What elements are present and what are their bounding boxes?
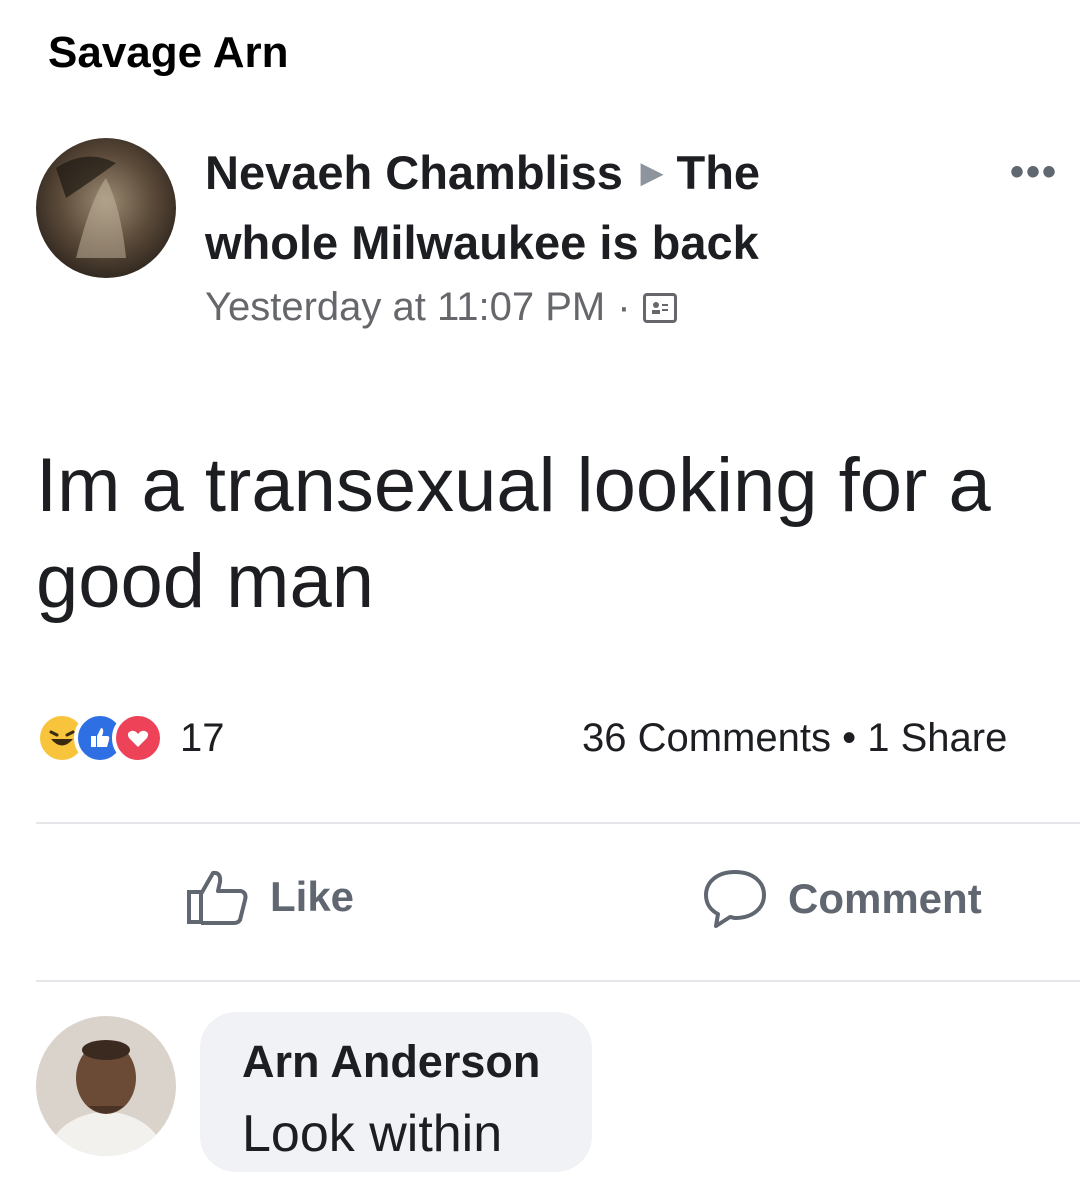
comment-label: Comment <box>788 875 982 922</box>
comment-button[interactable]: Comment <box>702 868 982 930</box>
thumbs-up-icon <box>187 870 248 925</box>
commenter-name[interactable]: Arn Anderson <box>242 1036 540 1088</box>
divider <box>36 980 1080 982</box>
like-button[interactable]: Like <box>186 868 354 926</box>
love-reaction-icon <box>112 712 164 764</box>
page-caption: Savage Arn <box>48 28 289 77</box>
reaction-count: 17 <box>180 715 225 760</box>
comment-text: Look within <box>242 1105 503 1163</box>
like-label: Like <box>270 873 355 920</box>
divider <box>36 822 1080 824</box>
comments-shares-count[interactable]: 36 Comments • 1 Share <box>582 716 1007 761</box>
post-timestamp[interactable]: Yesterday at 11:07 PM <box>205 285 605 330</box>
commenter-avatar[interactable] <box>36 1016 176 1156</box>
post-meta: Yesterday at 11:07 PM · <box>205 285 677 330</box>
reactions-summary[interactable]: 17 <box>36 712 225 764</box>
author-avatar[interactable] <box>36 138 176 278</box>
author-photo <box>36 138 176 278</box>
commenter-photo <box>36 1016 176 1156</box>
arrow-right-icon: ▶ <box>640 156 663 188</box>
comment-bubble-icon <box>704 870 766 928</box>
meta-separator: · <box>617 285 631 329</box>
post-text: Im a transexual looking for a good man <box>36 443 991 624</box>
more-options-icon[interactable]: ••• <box>1010 150 1058 195</box>
target-name-line1[interactable]: The <box>677 146 761 199</box>
audience-icon <box>642 292 677 323</box>
author-name[interactable]: Nevaeh Chambliss <box>205 146 623 199</box>
target-name-line2[interactable]: whole Milwaukee is back <box>205 216 759 269</box>
post-header: Nevaeh Chambliss ▶ The whole Milwaukee is … <box>205 140 905 276</box>
